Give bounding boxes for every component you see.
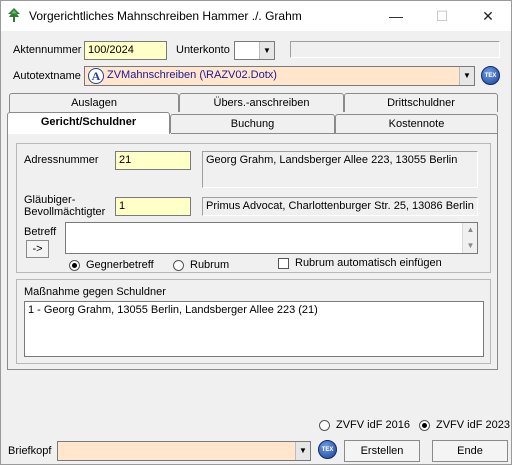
ende-button[interactable]: Ende <box>432 440 508 462</box>
tex-icon[interactable]: TEX <box>318 440 337 459</box>
radio-zvfv-2016[interactable] <box>319 420 330 431</box>
massnahme-label: Maßnahme gegen Schuldner <box>24 286 166 298</box>
briefkopf-select[interactable]: ▼ <box>57 441 311 461</box>
checkbox-rubrum-auto-label: Rubrum automatisch einfügen <box>295 257 442 269</box>
tab-buchung[interactable]: Buchung <box>170 114 335 133</box>
autotext-label: Autotextname <box>13 70 81 82</box>
betreff-input[interactable]: ▲ ▼ <box>65 222 478 254</box>
scroll-up-icon[interactable]: ▲ <box>463 223 477 237</box>
tab-auslagen[interactable]: Auslagen <box>9 93 179 112</box>
glaeubiger-display: Primus Advocat, Charlottenburger Str. 25… <box>202 197 478 216</box>
erstellen-button[interactable]: Erstellen <box>344 440 420 462</box>
radio-gegnerbetreff[interactable] <box>69 260 80 271</box>
unterkonto-select[interactable]: ▼ <box>234 41 275 60</box>
adressnummer-label: Adressnummer <box>24 154 99 166</box>
radio-zvfv-2023[interactable] <box>419 420 430 431</box>
chevron-down-icon[interactable]: ▼ <box>459 67 474 85</box>
panel-top-border <box>171 133 498 134</box>
tex-icon[interactable]: TEX <box>481 66 500 85</box>
briefkopf-label: Briefkopf <box>8 445 52 457</box>
glaeubiger-label: Gläubiger- <box>24 194 76 206</box>
betreff-insert-button[interactable]: -> <box>26 240 49 258</box>
maximize-button[interactable]: ☐ <box>419 1 465 31</box>
window-title: Vorgerichtliches Mahnschreiben Hammer ./… <box>29 9 302 23</box>
aktennummer-input[interactable]: 100/2024 <box>84 41 167 60</box>
radio-rubrum-label: Rubrum <box>190 259 230 271</box>
unterkonto-label: Unterkonto <box>176 44 230 56</box>
betreff-scrollbar[interactable]: ▲ ▼ <box>462 223 477 253</box>
title-bar: Vorgerichtliches Mahnschreiben Hammer ./… <box>1 1 511 31</box>
aktennummer-label: Aktennummer <box>13 44 82 56</box>
tab-uebers-anschreiben[interactable]: Übers.-anschreiben <box>179 93 344 112</box>
tab-drittschuldner[interactable]: Drittschuldner <box>344 93 498 112</box>
unterkonto-display <box>290 41 500 58</box>
minimize-button[interactable]: — <box>373 1 419 31</box>
chevron-down-icon[interactable]: ▼ <box>259 42 274 59</box>
betreff-label: Betreff <box>24 226 57 238</box>
bevollmaechtigter-label: Bevollmächtigter <box>24 206 106 218</box>
autotext-value: ZVMahnschreiben (\RAZV02.Dotx) <box>107 69 277 81</box>
adressnummer-display: Georg Grahm, Landsberger Allee 223, 1305… <box>202 151 478 188</box>
tab-gericht-schuldner[interactable]: Gericht/Schuldner <box>7 112 170 134</box>
adressnummer-input[interactable]: 21 <box>115 151 191 170</box>
close-button[interactable]: ✕ <box>465 1 511 31</box>
radio-zvfv-2023-label: ZVFV idF 2023 <box>436 419 510 431</box>
massnahme-list[interactable]: 1 - Georg Grahm, 13055 Berlin, Landsberg… <box>24 301 484 357</box>
radio-gegnerbetreff-label: Gegnerbetreff <box>86 259 154 271</box>
checkbox-rubrum-auto[interactable] <box>278 258 289 269</box>
tab-kostennote[interactable]: Kostennote <box>335 114 498 133</box>
autotext-select[interactable]: A ZVMahnschreiben (\RAZV02.Dotx) ▼ <box>84 66 475 86</box>
radio-rubrum[interactable] <box>173 260 184 271</box>
glaeubiger-input[interactable]: 1 <box>115 197 191 216</box>
app-tree-icon <box>8 8 20 22</box>
radio-zvfv-2016-label: ZVFV idF 2016 <box>336 419 410 431</box>
chevron-down-icon[interactable]: ▼ <box>295 442 310 460</box>
scroll-down-icon[interactable]: ▼ <box>463 239 477 253</box>
dialog-window: Vorgerichtliches Mahnschreiben Hammer ./… <box>0 0 512 465</box>
tab-panel: Adressnummer 21 Georg Grahm, Landsberger… <box>7 133 498 370</box>
autotext-icon: A <box>88 68 104 84</box>
list-item[interactable]: 1 - Georg Grahm, 13055 Berlin, Landsberg… <box>28 304 480 316</box>
